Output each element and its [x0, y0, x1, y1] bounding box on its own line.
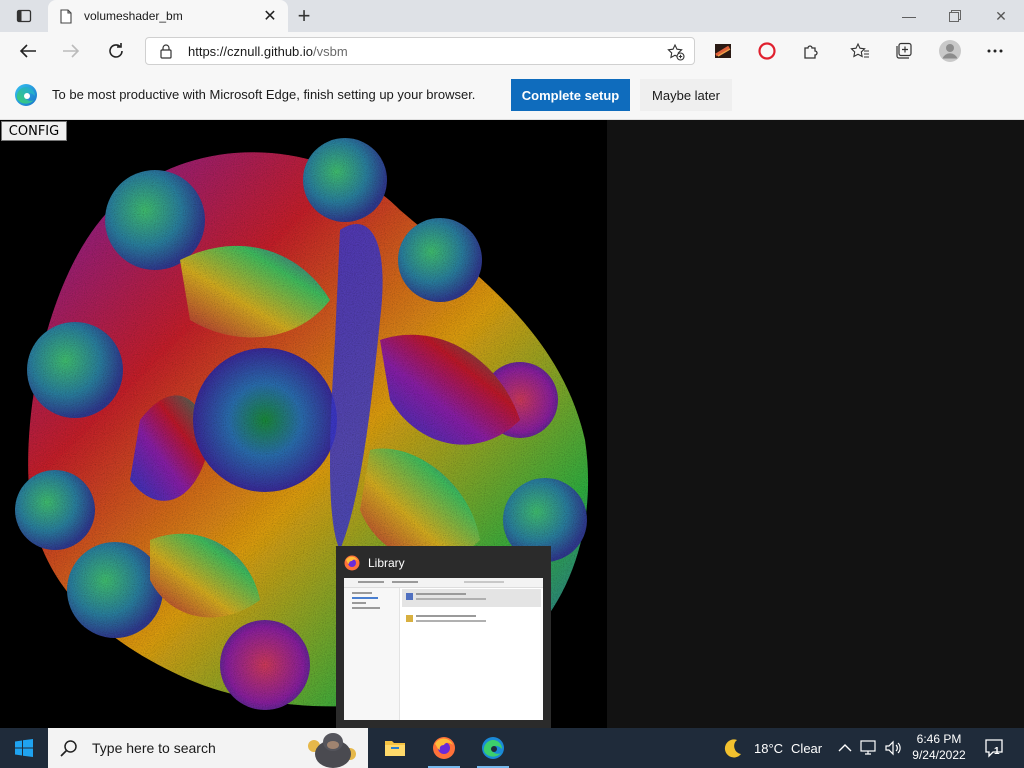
tab-volumeshader[interactable]: volumeshader_bm ✕ [48, 0, 288, 32]
show-hidden-icons-icon[interactable] [838, 728, 852, 768]
refresh-icon[interactable] [101, 36, 131, 66]
forward-icon[interactable] [56, 36, 86, 66]
url-path: /vsbm [313, 43, 348, 59]
weather-desc: Clear [791, 740, 823, 756]
thumbnail-header: Library [344, 554, 405, 572]
weather-temp: 18°C [754, 740, 784, 756]
extension-icon[interactable] [708, 36, 738, 66]
page-icon [60, 8, 74, 24]
moon-icon [724, 739, 741, 758]
edge-setup-infobar: To be most productive with Microsoft Edg… [0, 70, 1024, 120]
tab-actions-icon[interactable] [8, 6, 40, 26]
edge-icon [482, 737, 504, 759]
start-button[interactable] [0, 728, 48, 768]
complete-setup-button[interactable]: Complete setup [511, 79, 630, 111]
preview-toolbar [344, 578, 543, 588]
collections-icon[interactable] [889, 36, 919, 66]
search-placeholder: Type here to search [92, 740, 216, 756]
config-button[interactable]: CONFIG [1, 121, 67, 141]
taskbar-search-box[interactable]: Type here to search [48, 728, 368, 768]
thumbnail-title: Library [368, 556, 405, 570]
preview-row [402, 589, 541, 607]
address-bar[interactable]: https://cznull.github.io/vsbm [145, 37, 695, 65]
taskbar-edge[interactable] [469, 728, 517, 768]
opera-extension-icon[interactable] [752, 36, 782, 66]
tab-strip: volumeshader_bm ✕ + — ✕ [0, 0, 1024, 32]
preview-row [402, 611, 541, 629]
volume-icon[interactable] [884, 728, 902, 768]
lock-icon[interactable] [160, 43, 174, 59]
notifications-icon[interactable]: 1 [982, 728, 1006, 768]
windows-logo-icon [15, 739, 33, 757]
clock-time: 6:46 PM [916, 732, 962, 746]
weather-widget[interactable]: 18°C Clear [722, 728, 822, 768]
clock-date: 9/24/2022 [912, 748, 966, 762]
library-preview [344, 578, 543, 720]
firefox-icon [344, 555, 360, 571]
edge-logo-icon [15, 84, 37, 106]
profile-avatar[interactable] [935, 36, 965, 66]
restore-icon[interactable] [932, 0, 978, 32]
favorites-icon[interactable] [845, 36, 875, 66]
taskbar-file-explorer[interactable] [371, 728, 419, 768]
navigation-bar: https://cznull.github.io/vsbm [0, 32, 1024, 92]
notification-count: 1 [994, 746, 1000, 757]
new-tab-icon[interactable]: + [292, 3, 316, 28]
windows-taskbar: Type here to search 18°C Clear 6:46 PM 9… [0, 728, 1024, 768]
infobar-message: To be most productive with Microsoft Edg… [52, 87, 476, 102]
close-tab-icon[interactable]: ✕ [260, 6, 280, 26]
preview-sidebar [344, 588, 400, 720]
minimize-icon[interactable]: — [886, 0, 932, 32]
url-host: https://cznull.github.io [188, 43, 314, 59]
taskbar-firefox[interactable] [420, 728, 468, 768]
add-favorite-icon[interactable] [666, 42, 686, 62]
system-clock[interactable]: 6:46 PM 9/24/2022 [904, 731, 974, 763]
library-window-thumbnail[interactable]: Library [336, 546, 551, 728]
search-highlight-gorilla-icon [308, 733, 356, 768]
network-icon[interactable] [860, 728, 878, 768]
back-icon[interactable] [13, 36, 43, 66]
dark-side-panel [607, 120, 1024, 728]
file-explorer-icon [385, 741, 405, 756]
firefox-icon [433, 737, 455, 759]
extensions-puzzle-icon[interactable] [796, 36, 826, 66]
search-icon [60, 740, 77, 757]
tab-title: volumeshader_bm [84, 9, 183, 23]
close-window-icon[interactable]: ✕ [978, 0, 1024, 32]
more-options-icon[interactable] [980, 36, 1010, 66]
maybe-later-button[interactable]: Maybe later [640, 79, 732, 111]
url-text: https://cznull.github.io/vsbm [188, 44, 348, 59]
